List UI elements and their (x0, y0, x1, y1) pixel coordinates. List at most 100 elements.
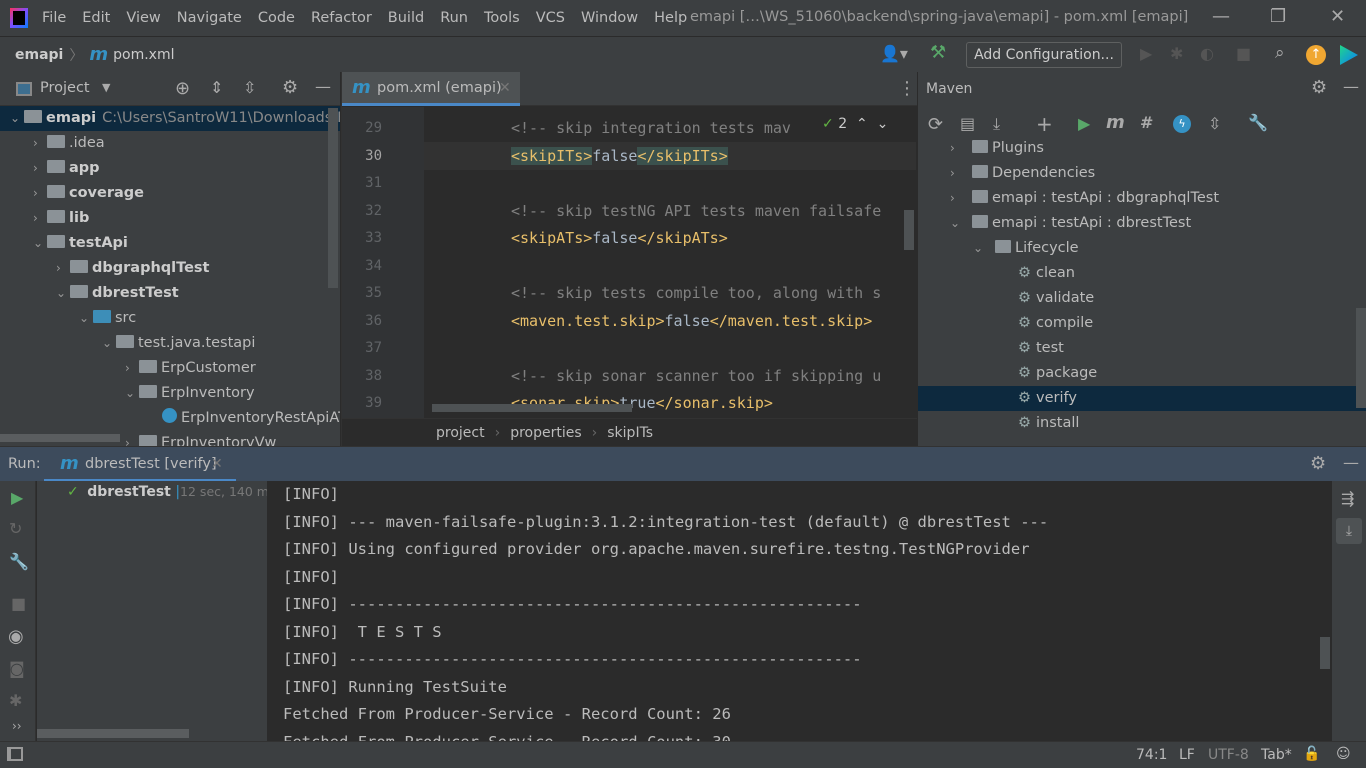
code-line[interactable]: <maven.test.skip>false</maven.test.skip> (511, 307, 872, 335)
tree-item[interactable]: › coverage (0, 181, 144, 206)
close-icon[interactable]: ✕ (1330, 6, 1345, 27)
chevron-right-icon[interactable]: › (33, 156, 47, 181)
tree-item[interactable]: ⌄ emapi C:\Users\SantroW11\Downloads\Em (0, 106, 340, 131)
code-line[interactable]: <!-- skip sonar scanner too if skipping … (511, 362, 881, 390)
close-tab-icon[interactable]: ✕ (211, 456, 223, 472)
maven-item[interactable]: ⚙ install (918, 411, 1366, 436)
maven-item[interactable]: ⚙ package (918, 361, 1366, 386)
run-tab[interactable]: m dbrestTest [verify] ✕ (44, 447, 236, 482)
chevron-down-icon[interactable]: ⌄ (33, 231, 47, 256)
indent-setting[interactable]: Tab* (1261, 747, 1292, 763)
project-scrollbar[interactable] (328, 108, 338, 288)
hide-icon[interactable]: — (1343, 453, 1359, 472)
soft-wrap-icon[interactable]: ⇶ (1341, 489, 1354, 508)
skip-tests-icon[interactable]: # (1140, 113, 1153, 132)
collapse-all-icon[interactable]: ⇳ (1208, 114, 1221, 133)
chevron-right-icon[interactable]: › (950, 136, 972, 161)
code-line[interactable]: <skipATs>false</skipATs> (511, 224, 728, 252)
maven-item[interactable]: ⌄ emapi : testApi : dbrestTest (918, 211, 1366, 236)
generate-sources-icon[interactable]: ▤ (960, 114, 975, 133)
breadcrumb-item[interactable]: project (436, 425, 485, 441)
tree-item[interactable]: › .idea (0, 131, 105, 156)
expand-all-icon[interactable]: ⇕ (210, 78, 223, 97)
debug-icon[interactable]: ✱ (9, 691, 22, 710)
maven-item[interactable]: › emapi : testApi : dbgraphqlTest (918, 186, 1366, 211)
tab-pom-xml[interactable]: m pom.xml (emapi) ✕ (342, 72, 520, 106)
tree-item[interactable]: ⌄ src (0, 306, 136, 331)
menu-refactor[interactable]: Refactor (311, 10, 372, 26)
run-tree-hscrollbar[interactable] (37, 729, 189, 738)
chevron-down-icon[interactable]: ⌄ (102, 331, 116, 356)
chevron-down-icon[interactable]: ⌄ (973, 236, 995, 261)
code-line[interactable]: <skipITs>false</skipITs> (511, 142, 728, 170)
menu-build[interactable]: Build (388, 10, 424, 26)
memory-indicator-icon[interactable]: ☺ (1336, 746, 1351, 762)
reload-icon[interactable]: ⟳ (928, 114, 943, 135)
maven-item[interactable]: ⚙ verify (918, 386, 1366, 411)
more-icon[interactable]: ⋮ (898, 78, 916, 99)
inspection-widget[interactable]: ✓ 2 ⌃ ⌄ (818, 116, 918, 132)
tree-item[interactable]: ⌄ ErpInventory (0, 381, 255, 406)
chevron-right-icon[interactable]: › (33, 131, 47, 156)
project-hscrollbar[interactable] (0, 434, 120, 442)
chevron-right-icon[interactable]: › (125, 356, 139, 381)
menu-vcs[interactable]: VCS (536, 10, 565, 26)
search-icon[interactable]: ⌕ (1275, 43, 1285, 63)
menu-edit[interactable]: Edit (82, 10, 110, 26)
chevron-right-icon[interactable]: › (125, 431, 139, 446)
line-separator[interactable]: LF (1179, 747, 1195, 763)
run-icon[interactable]: ▶ (1140, 44, 1152, 63)
wrench-icon[interactable]: 🔧 (9, 552, 29, 571)
caret-position[interactable]: 74:1 (1136, 747, 1167, 763)
gear-icon[interactable]: ⚙ (282, 77, 298, 98)
chevron-down-icon[interactable]: ⌄ (950, 211, 972, 236)
update-icon[interactable]: ↑ (1306, 45, 1326, 65)
maven-scrollbar[interactable] (1356, 308, 1366, 408)
menu-help[interactable]: Help (654, 10, 687, 26)
hide-icon[interactable]: — (315, 77, 331, 96)
code-line[interactable]: <!-- skip tests compile too, along with … (511, 279, 881, 307)
stop-icon[interactable]: ■ (1236, 44, 1251, 63)
offline-icon[interactable]: ϟ (1173, 115, 1191, 133)
maven-item[interactable]: ⚙ validate (918, 286, 1366, 311)
console-scrollbar[interactable] (1320, 637, 1330, 669)
rerun-icon[interactable]: ▶ (11, 488, 23, 507)
maven-item[interactable]: ⌄ Lifecycle (918, 236, 1366, 261)
maven-item[interactable]: › Plugins (918, 136, 1366, 161)
lock-icon[interactable]: 🔓 (1303, 746, 1320, 762)
project-view-selector[interactable]: Project (40, 80, 90, 96)
tree-item[interactable]: › lib (0, 206, 89, 231)
maven-item[interactable]: ⚙ clean (918, 261, 1366, 286)
hide-icon[interactable]: — (1343, 77, 1359, 96)
locate-icon[interactable]: ⊕ (175, 78, 190, 99)
more-icon[interactable]: ›› (12, 719, 22, 733)
add-icon[interactable]: + (1036, 112, 1053, 136)
collapse-all-icon[interactable]: ⇳ (243, 78, 256, 97)
close-tab-icon[interactable]: ✕ (499, 80, 511, 96)
menu-tools[interactable]: Tools (484, 10, 520, 26)
menu-navigate[interactable]: Navigate (177, 10, 242, 26)
breadcrumb-item[interactable]: skipITs (607, 425, 653, 441)
console-output[interactable]: [INFO] [INFO] --- maven-failsafe-plugin:3… (267, 481, 1332, 741)
editor-hscrollbar[interactable] (432, 404, 632, 412)
menu-code[interactable]: Code (258, 10, 295, 26)
code-line[interactable]: <sonar.skip>true</sonar.skip> (511, 389, 773, 417)
menu-file[interactable]: File (42, 10, 66, 26)
run-icon[interactable]: ▶ (1078, 114, 1090, 133)
tree-item[interactable]: › dbgraphqlTest (0, 256, 210, 281)
rerun-failed-icon[interactable]: ↻ (9, 519, 22, 538)
chevron-down-icon[interactable]: ⌄ (56, 281, 70, 306)
user-icon[interactable]: 👤▾ (880, 44, 908, 63)
maven-item[interactable]: › Dependencies (918, 161, 1366, 186)
chevron-right-icon[interactable]: › (33, 181, 47, 206)
tree-item[interactable]: ErpInventoryRestApiAT (0, 406, 340, 431)
minimize-icon[interactable]: — (1212, 6, 1230, 27)
file-encoding[interactable]: UTF-8 (1208, 747, 1249, 763)
wrench-icon[interactable]: 🔧 (1248, 113, 1268, 132)
chevron-down-icon[interactable]: ⌄ (125, 381, 139, 406)
build-hammer-icon[interactable]: ⚒ (930, 42, 946, 63)
debug-icon[interactable]: ✱ (1170, 44, 1183, 63)
maven-item[interactable]: ⚙ test (918, 336, 1366, 361)
stop-icon[interactable]: ■ (11, 594, 26, 613)
code-line[interactable]: <!-- skip testNG API tests maven failsaf… (511, 197, 881, 225)
